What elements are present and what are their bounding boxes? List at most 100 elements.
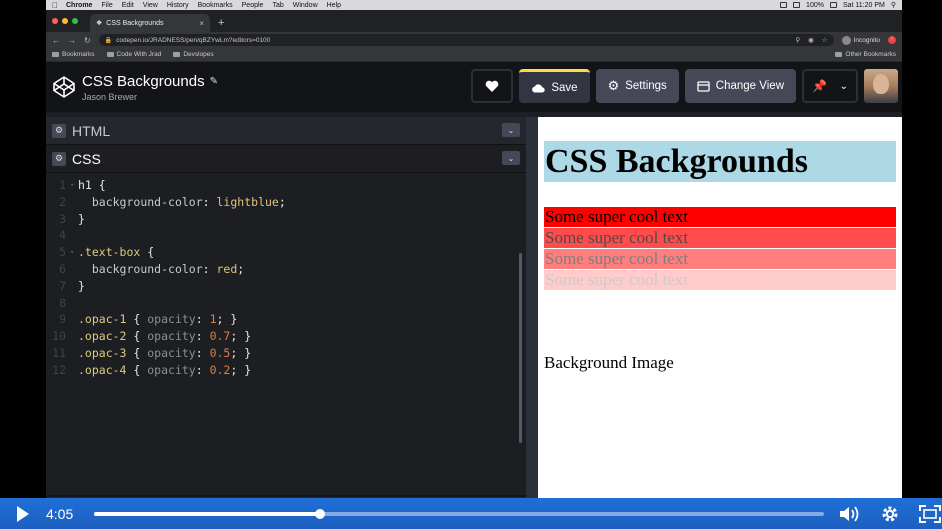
- bookmark-folder-other[interactable]: Other Bookmarks: [835, 51, 896, 58]
- menu-tab[interactable]: Tab: [272, 2, 283, 9]
- chevron-down-icon[interactable]: ⌄: [840, 81, 848, 92]
- codepen-header: CSS Backgrounds ✎ Jason Brewer Save ⚙ Se…: [46, 62, 902, 112]
- code-line: 9 .opac-1 { opacity: 1; }: [59, 312, 238, 327]
- preview-text-box-opac-2: Some super cool text: [544, 228, 896, 248]
- clock[interactable]: Sat 11:20 PM: [843, 2, 885, 9]
- codepen-logo-icon[interactable]: [52, 75, 76, 99]
- preview-text-box-opac-4: Some super cool text: [544, 270, 896, 290]
- background-image-label: Background Image: [544, 353, 674, 372]
- folder-icon: [835, 52, 843, 57]
- forward-arrow-icon[interactable]: →: [68, 36, 76, 45]
- pen-title[interactable]: CSS Backgrounds: [82, 73, 205, 90]
- browser-tab-active[interactable]: ❖ CSS Backgrounds ×: [90, 14, 210, 32]
- bookmark-star-icon[interactable]: ☆: [822, 36, 828, 44]
- menu-app-name[interactable]: Chrome: [66, 2, 92, 9]
- preview-heading: CSS Backgrounds: [544, 141, 896, 182]
- incognito-icon: [841, 35, 851, 45]
- video-controls: 4:05: [0, 498, 942, 529]
- editor-scrollbar[interactable]: [519, 253, 522, 443]
- css-panel-header[interactable]: ⚙ CSS ⌄: [46, 145, 526, 173]
- incognito-profile[interactable]: Incognito !: [841, 35, 896, 45]
- update-badge-icon[interactable]: !: [888, 36, 896, 44]
- resize-gutter[interactable]: [526, 117, 538, 529]
- code-line: 4: [59, 228, 66, 243]
- folder-icon: [173, 52, 181, 57]
- bookmark-folder-bookmarks[interactable]: Bookmarks: [52, 51, 95, 58]
- menu-window[interactable]: Window: [293, 2, 318, 9]
- zoom-window-button[interactable]: [72, 18, 78, 24]
- chevron-down-icon[interactable]: ⌄: [502, 123, 520, 137]
- menu-history[interactable]: History: [167, 2, 189, 9]
- save-button[interactable]: Save: [519, 69, 590, 103]
- change-view-button[interactable]: Change View: [684, 69, 796, 103]
- folder-icon: [106, 52, 114, 57]
- code-line: 7}: [59, 278, 85, 293]
- video-progress-bar[interactable]: [94, 508, 824, 519]
- tracking-icon[interactable]: ◉: [808, 36, 814, 44]
- zoom-icon[interactable]: ⚲: [795, 36, 800, 44]
- code-line: 5 ▾ .text-box {: [59, 245, 155, 260]
- settings-button[interactable]: ⚙ Settings: [595, 69, 679, 103]
- editor-column: ⚙ HTML ⌄ ⚙ CSS ⌄ 1 ▾ h1 { 2 background-col…: [46, 117, 526, 529]
- preview-text-box-opac-1: Some super cool text: [544, 207, 896, 227]
- menu-edit[interactable]: Edit: [122, 2, 134, 9]
- address-bar[interactable]: 🔒 codepen.io/JRADNESS/pen/qBZYwLm?editor…: [98, 34, 834, 46]
- bookmark-folder-devslopes[interactable]: Devslopes: [173, 51, 214, 58]
- new-tab-button[interactable]: +: [218, 14, 224, 32]
- mac-menu-bar:  Chrome File Edit View History Bookmark…: [46, 0, 902, 10]
- layout-icon: [697, 80, 710, 92]
- chevron-down-icon[interactable]: ⌄: [502, 151, 520, 165]
- codepen-favicon-icon: ❖: [96, 20, 103, 27]
- volume-button[interactable]: [838, 503, 862, 525]
- search-icon[interactable]: ⚲: [891, 1, 896, 9]
- fullscreen-button[interactable]: [918, 503, 942, 525]
- menu-view[interactable]: View: [143, 2, 158, 9]
- pencil-edit-icon[interactable]: ✎: [210, 76, 218, 87]
- close-window-button[interactable]: [52, 18, 58, 24]
- video-right-controls: [838, 503, 942, 525]
- battery-percent: 100%: [806, 1, 824, 9]
- pin-button[interactable]: 📌 ⌄: [802, 69, 858, 103]
- menu-file[interactable]: File: [101, 2, 112, 9]
- html-panel-label: HTML: [72, 122, 111, 139]
- menu-help[interactable]: Help: [327, 2, 341, 9]
- gear-icon: [882, 506, 898, 521]
- code-line: 11 .opac-3 { opacity: 0.5; }: [52, 345, 252, 360]
- bookmark-label: Devslopes: [183, 51, 214, 58]
- lock-icon[interactable]: 🔒: [105, 37, 112, 44]
- pin-icon: 📌: [812, 79, 827, 93]
- fullscreen-icon: [919, 504, 941, 523]
- url-text: codepen.io/JRADNESS/pen/qBZYwLm?editors=…: [116, 36, 271, 44]
- video-scrubber-handle[interactable]: [315, 508, 326, 519]
- back-arrow-icon[interactable]: ←: [52, 36, 60, 45]
- code-line: 10 .opac-2 { opacity: 0.7; }: [52, 329, 252, 344]
- apple-icon[interactable]: : [52, 1, 58, 10]
- video-progress-fill: [94, 511, 321, 516]
- bookmarks-bar: Bookmarks Code With Jrad Devslopes Other…: [46, 48, 902, 62]
- user-avatar[interactable]: [864, 69, 898, 103]
- reload-icon[interactable]: ↻: [84, 36, 91, 45]
- preview-text-box-opac-3: Some super cool text: [544, 249, 896, 269]
- menu-people[interactable]: People: [242, 2, 264, 9]
- play-button[interactable]: [0, 505, 46, 522]
- heart-button[interactable]: [471, 69, 514, 103]
- css-settings-gear-icon[interactable]: ⚙: [52, 151, 66, 166]
- battery-icon[interactable]: [829, 2, 837, 8]
- menu-bookmarks[interactable]: Bookmarks: [198, 2, 233, 9]
- window-controls: [52, 10, 78, 32]
- settings-button[interactable]: [878, 503, 902, 525]
- minimize-window-button[interactable]: [62, 18, 68, 24]
- code-line: 2 background-color: lightblue;: [59, 194, 286, 209]
- change-view-label: Change View: [715, 80, 784, 92]
- wifi-icon[interactable]: [793, 2, 801, 8]
- tab-close-icon[interactable]: ×: [199, 19, 204, 28]
- html-settings-gear-icon[interactable]: ⚙: [52, 123, 66, 138]
- html-panel-header[interactable]: ⚙ HTML ⌄: [46, 117, 526, 145]
- cloud-icon: [532, 83, 546, 93]
- css-code-editor[interactable]: 1 ▾ h1 { 2 background-color: lightblue; 3}…: [46, 173, 526, 479]
- bookmark-folder-code-with-jrad[interactable]: Code With Jrad: [106, 51, 161, 58]
- bookmark-label: Bookmarks: [62, 51, 95, 58]
- menu-status-area: 100% Sat 11:20 PM ⚲: [780, 1, 896, 9]
- pen-author[interactable]: Jason Brewer: [82, 92, 218, 102]
- screen-icon[interactable]: [780, 2, 788, 8]
